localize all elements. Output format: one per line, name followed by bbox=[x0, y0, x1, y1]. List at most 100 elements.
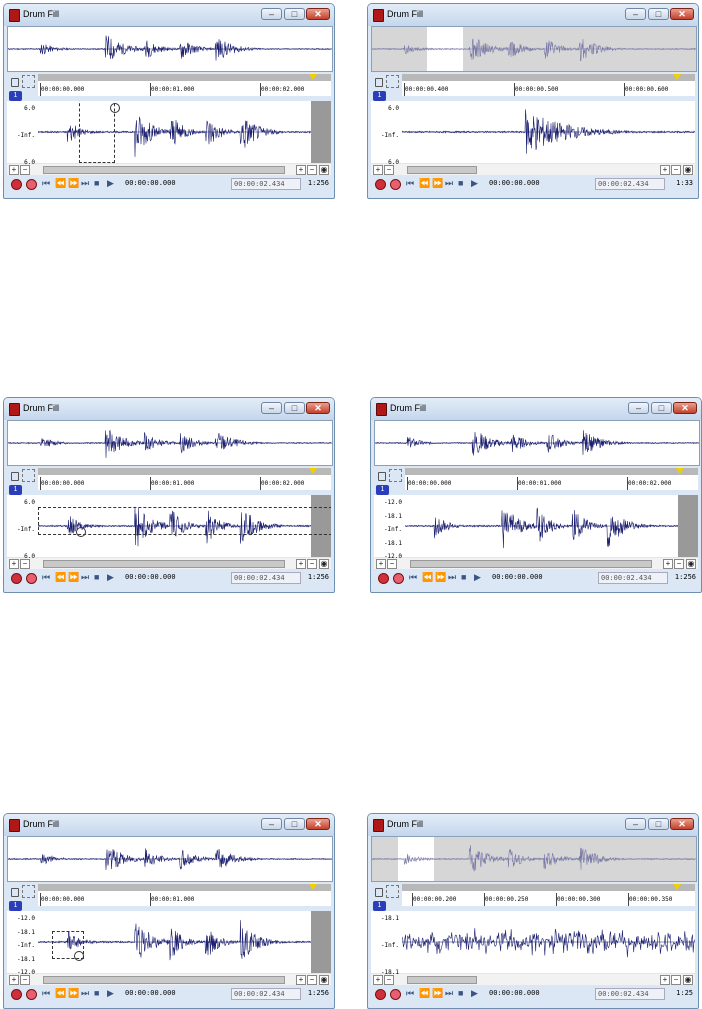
minimize-button[interactable]: ‒ bbox=[261, 818, 282, 830]
fast-forward-button[interactable]: ⏩ bbox=[68, 572, 79, 583]
waveform-display[interactable] bbox=[38, 911, 331, 973]
time-ruler[interactable]: 00:00:00.400 00:00:00.500 00:00:00.600 bbox=[402, 74, 695, 96]
record-button[interactable] bbox=[375, 989, 386, 1000]
play-button[interactable]: ▶ bbox=[107, 988, 114, 999]
zoom-out-vertical-button[interactable]: − bbox=[387, 559, 397, 569]
zoom-in-horizontal-button[interactable]: + bbox=[296, 975, 306, 985]
stop-button[interactable]: ■ bbox=[94, 178, 99, 188]
lock-icon[interactable] bbox=[11, 888, 19, 897]
stop-button[interactable]: ■ bbox=[94, 572, 99, 582]
channel-badge[interactable]: 1 bbox=[9, 91, 22, 101]
time-ruler[interactable]: 00:00:00.000 00:00:01.000 00:00:02.000 bbox=[405, 468, 698, 490]
record-button[interactable] bbox=[11, 989, 22, 1000]
channel-badge[interactable]: 1 bbox=[9, 485, 22, 495]
title-bar[interactable]: Drum Fill ‒ □ ✕ bbox=[368, 4, 698, 26]
zoom-tool-icon[interactable] bbox=[386, 75, 399, 88]
minimize-button[interactable]: ‒ bbox=[625, 8, 646, 20]
cursor-position-field[interactable]: 00:00:00.000 bbox=[487, 988, 549, 1000]
go-to-end-button[interactable]: ⏭ bbox=[448, 572, 456, 583]
zoom-out-horizontal-button[interactable]: − bbox=[307, 975, 317, 985]
fast-forward-button[interactable]: ⏩ bbox=[432, 988, 443, 999]
record-arm-button[interactable] bbox=[390, 989, 401, 1000]
lock-icon[interactable] bbox=[375, 78, 383, 87]
scroll-thumb[interactable] bbox=[407, 166, 477, 174]
play-button[interactable]: ▶ bbox=[107, 572, 114, 583]
zoom-out-vertical-button[interactable]: − bbox=[384, 165, 394, 175]
go-to-end-button[interactable]: ⏭ bbox=[81, 988, 89, 999]
minimize-button[interactable]: ‒ bbox=[625, 818, 646, 830]
zoom-out-horizontal-button[interactable]: − bbox=[307, 165, 317, 175]
overview-waveform[interactable] bbox=[7, 836, 333, 882]
zoom-in-horizontal-button[interactable]: + bbox=[296, 559, 306, 569]
zoom-out-horizontal-button[interactable]: − bbox=[671, 975, 681, 985]
overview-waveform[interactable] bbox=[7, 420, 333, 466]
title-bar[interactable]: Drum Fill ‒ □ ✕ bbox=[368, 814, 698, 836]
zoom-tool-icon[interactable] bbox=[22, 885, 35, 898]
title-bar[interactable]: Drum Fill ‒ □ ✕ bbox=[371, 398, 701, 420]
title-bar[interactable]: Drum Fill ‒ □ ✕ bbox=[4, 4, 334, 26]
maximize-button[interactable]: □ bbox=[284, 8, 305, 20]
view-eye-icon[interactable]: ◉ bbox=[683, 975, 693, 985]
go-to-end-button[interactable]: ⏭ bbox=[81, 178, 89, 189]
close-button[interactable]: ✕ bbox=[670, 8, 694, 20]
time-ruler[interactable]: 00:00:00.200 00:00:00.250 00:00:00.300 00:0… bbox=[402, 884, 695, 906]
waveform-display[interactable] bbox=[405, 495, 698, 557]
time-ruler[interactable]: 00:00:00.000 00:00:01.000 bbox=[38, 884, 331, 906]
overview-waveform[interactable] bbox=[374, 420, 700, 466]
scroll-thumb[interactable] bbox=[43, 166, 285, 174]
go-to-start-button[interactable]: ⏮ bbox=[42, 572, 50, 583]
zoom-in-horizontal-button[interactable]: + bbox=[663, 559, 673, 569]
play-button[interactable]: ▶ bbox=[474, 572, 481, 583]
scroll-thumb[interactable] bbox=[43, 976, 285, 984]
view-eye-icon[interactable]: ◉ bbox=[683, 165, 693, 175]
overview-waveform[interactable] bbox=[371, 836, 697, 882]
maximize-button[interactable]: □ bbox=[651, 402, 672, 414]
channel-badge[interactable]: 1 bbox=[9, 901, 22, 911]
end-marker-icon[interactable] bbox=[309, 468, 317, 474]
cursor-position-field[interactable]: 00:00:00.000 bbox=[123, 988, 185, 1000]
close-button[interactable]: ✕ bbox=[673, 402, 697, 414]
view-eye-icon[interactable]: ◉ bbox=[319, 559, 329, 569]
zoom-out-horizontal-button[interactable]: − bbox=[671, 165, 681, 175]
zoom-in-horizontal-button[interactable]: + bbox=[660, 165, 670, 175]
cursor-position-field[interactable]: 00:00:00.000 bbox=[490, 572, 552, 584]
title-bar[interactable]: Drum Fill ‒ □ ✕ bbox=[4, 398, 334, 420]
zoom-in-vertical-button[interactable]: + bbox=[373, 975, 383, 985]
record-arm-button[interactable] bbox=[26, 179, 37, 190]
maximize-button[interactable]: □ bbox=[284, 402, 305, 414]
lock-icon[interactable] bbox=[11, 78, 19, 87]
end-marker-icon[interactable] bbox=[676, 468, 684, 474]
record-arm-button[interactable] bbox=[390, 179, 401, 190]
zoom-out-vertical-button[interactable]: − bbox=[20, 559, 30, 569]
minimize-button[interactable]: ‒ bbox=[261, 402, 282, 414]
go-to-start-button[interactable]: ⏮ bbox=[42, 988, 50, 999]
maximize-button[interactable]: □ bbox=[648, 8, 669, 20]
zoom-in-vertical-button[interactable]: + bbox=[9, 165, 19, 175]
play-button[interactable]: ▶ bbox=[471, 178, 478, 189]
rewind-button[interactable]: ⏪ bbox=[55, 988, 66, 999]
maximize-button[interactable]: □ bbox=[648, 818, 669, 830]
zoom-out-horizontal-button[interactable]: − bbox=[674, 559, 684, 569]
zoom-in-vertical-button[interactable]: + bbox=[373, 165, 383, 175]
lock-icon[interactable] bbox=[11, 472, 19, 481]
minimize-button[interactable]: ‒ bbox=[261, 8, 282, 20]
end-marker-icon[interactable] bbox=[673, 74, 681, 80]
end-marker-icon[interactable] bbox=[309, 74, 317, 80]
close-button[interactable]: ✕ bbox=[306, 818, 330, 830]
zoom-tool-icon[interactable] bbox=[22, 469, 35, 482]
rewind-button[interactable]: ⏪ bbox=[422, 572, 433, 583]
close-button[interactable]: ✕ bbox=[670, 818, 694, 830]
waveform-display[interactable] bbox=[402, 101, 695, 163]
zoom-out-vertical-button[interactable]: − bbox=[20, 165, 30, 175]
record-arm-button[interactable] bbox=[393, 573, 404, 584]
maximize-button[interactable]: □ bbox=[284, 818, 305, 830]
close-button[interactable]: ✕ bbox=[306, 402, 330, 414]
view-eye-icon[interactable]: ◉ bbox=[686, 559, 696, 569]
zoom-in-vertical-button[interactable]: + bbox=[9, 975, 19, 985]
record-button[interactable] bbox=[11, 179, 22, 190]
waveform-display[interactable] bbox=[38, 101, 331, 163]
end-marker-icon[interactable] bbox=[309, 884, 317, 890]
zoom-tool-icon[interactable] bbox=[386, 885, 399, 898]
go-to-end-button[interactable]: ⏭ bbox=[445, 178, 453, 189]
channel-badge[interactable]: 1 bbox=[376, 485, 389, 495]
